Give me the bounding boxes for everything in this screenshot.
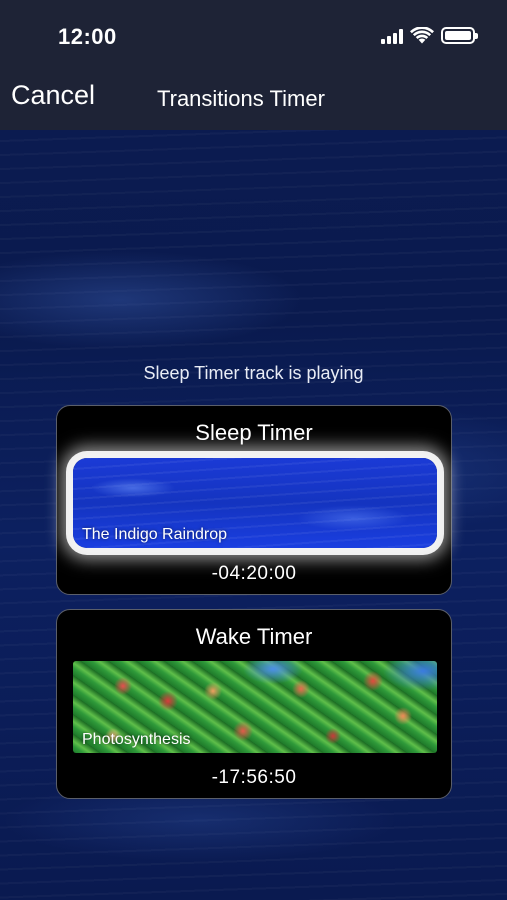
page-title: Transitions Timer (157, 86, 325, 111)
signal-icon (381, 28, 403, 44)
sleep-timer-card[interactable]: Sleep Timer The Indigo Raindrop -04:20:0… (56, 405, 452, 595)
battery-icon (441, 27, 478, 44)
cancel-button[interactable]: Cancel (11, 80, 95, 111)
sleep-track-name: The Indigo Raindrop (82, 526, 227, 543)
wake-timer-card[interactable]: Wake Timer Photosynthesis -17:56:50 (56, 609, 452, 799)
wake-timer-title: Wake Timer (195, 624, 313, 649)
sleep-timer-title: Sleep Timer (195, 420, 313, 445)
wake-timer-remaining: -17:56:50 (211, 767, 297, 788)
wake-track-thumbnail[interactable]: Photosynthesis (73, 661, 437, 753)
status-time: 12:00 (58, 24, 117, 49)
playing-status-text: Sleep Timer track is playing (143, 363, 364, 383)
top-bar: 12:00 Cancel Transitions Timer (0, 0, 507, 130)
status-icons (381, 27, 478, 44)
sleep-timer-remaining: -04:20:00 (211, 563, 297, 584)
wifi-icon (410, 27, 434, 44)
sleep-track-thumbnail[interactable]: The Indigo Raindrop (73, 458, 437, 548)
wake-track-name: Photosynthesis (82, 731, 191, 748)
